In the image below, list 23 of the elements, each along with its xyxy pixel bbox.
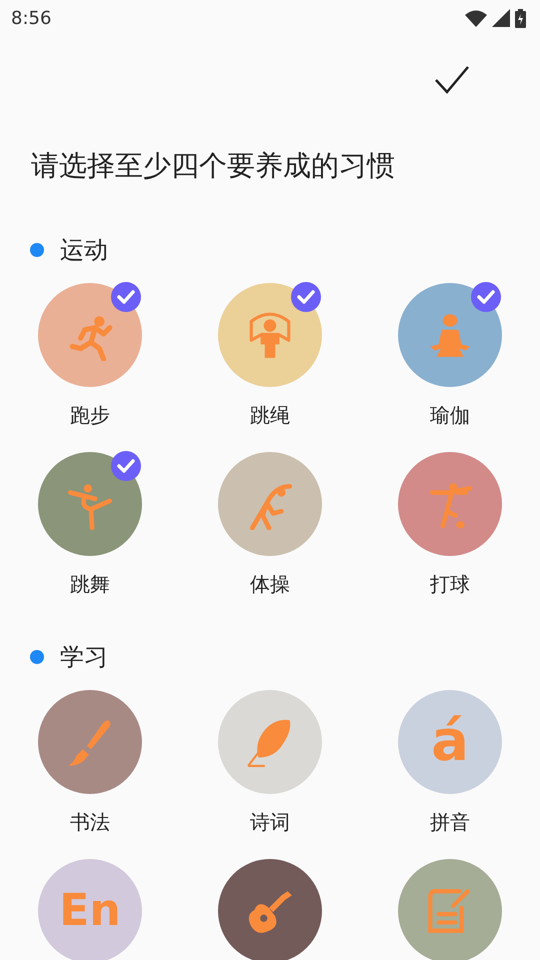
habit-label: 书法 <box>70 809 110 836</box>
habit-label: 跳绳 <box>250 402 290 429</box>
habit-label: 跑步 <box>70 402 110 429</box>
battery-icon <box>515 8 526 28</box>
page-title: 请选择至少四个要养成的习惯 <box>31 148 396 184</box>
glyph-icon: á <box>431 714 469 770</box>
status-time: 8:56 <box>11 8 52 28</box>
bullet-dot <box>30 650 44 664</box>
habit-circle[interactable]: á <box>398 690 502 794</box>
habit-label: 打球 <box>430 571 470 598</box>
habit-label: 拼音 <box>430 809 470 836</box>
confirm-icon[interactable] <box>434 65 470 95</box>
section-title: 学习 <box>60 642 108 673</box>
bullet-dot <box>30 243 44 257</box>
signal-icon <box>492 9 510 27</box>
section-title: 运动 <box>60 235 108 266</box>
wifi-icon <box>465 10 487 26</box>
habit-label: 瑜伽 <box>430 402 470 429</box>
habit-label: 诗词 <box>250 809 290 836</box>
habit-label: 体操 <box>250 571 290 598</box>
habit-circle[interactable]: En <box>38 859 142 960</box>
glyph-icon: En <box>59 889 121 933</box>
habit-label: 跳舞 <box>70 571 110 598</box>
